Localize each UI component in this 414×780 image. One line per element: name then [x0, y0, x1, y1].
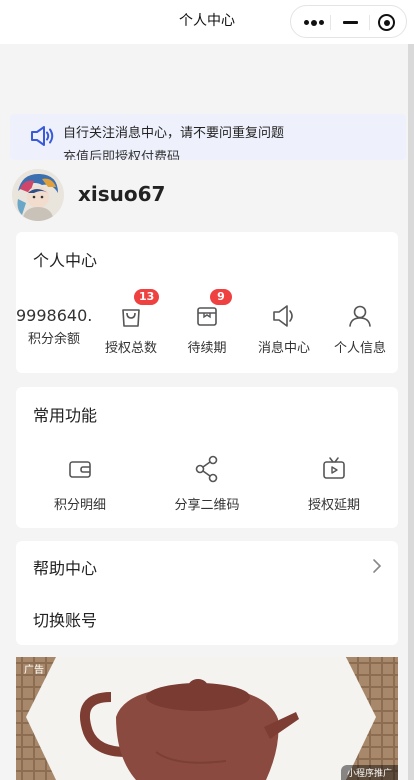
notice-text-next: 充值后即授权付费码 [63, 150, 181, 160]
common-functions-card: 常用功能 积分明细 分享二维码 授权延期 [16, 387, 398, 528]
personal-center-card: 个人中心 9998640. 积分余额 13 授权总数 9 待续期 消息中心 个人… [16, 232, 398, 373]
personal-info-label: 个人信息 [333, 341, 386, 356]
tv-icon [319, 454, 349, 484]
help-card: 帮助中心 切换账号 [16, 541, 398, 645]
calendar-icon: 9 [192, 289, 232, 331]
scrollbar[interactable] [408, 44, 414, 780]
pending-renewal-badge: 9 [210, 289, 232, 305]
points-detail-item[interactable]: 积分明细 [44, 454, 116, 513]
mini-program-capsule [290, 5, 407, 38]
switch-account-row[interactable]: 切换账号 [16, 593, 398, 645]
share-qrcode-item[interactable]: 分享二维码 [166, 454, 248, 513]
notice-bar[interactable]: 自行关注消息中心，请不要问重复问题 充值后即授权付费码 [10, 114, 406, 160]
share-qrcode-label: 分享二维码 [174, 498, 240, 513]
nav-bar: 个人中心 [0, 0, 414, 44]
speaker-outline-icon [269, 301, 299, 331]
personal-info-item[interactable]: 个人信息 [328, 301, 392, 356]
personal-center-title: 个人中心 [33, 251, 98, 270]
points-balance-value: 9998640. [16, 306, 93, 325]
points-detail-label: 积分明细 [53, 498, 106, 513]
profile-header: xisuo67 [0, 160, 414, 230]
points-balance-label: 积分余额 [27, 332, 80, 347]
ad-footer: 小程序推广 [340, 765, 398, 780]
bag-icon: 13 [116, 289, 160, 331]
wallet-icon [65, 454, 95, 484]
auth-extend-item[interactable]: 授权延期 [298, 454, 370, 513]
help-center-row[interactable]: 帮助中心 [16, 541, 398, 593]
pending-renewal-item[interactable]: 9 待续期 [178, 289, 236, 356]
common-functions-title: 常用功能 [33, 406, 98, 425]
capsule-divider [330, 15, 331, 30]
close-target-icon[interactable] [378, 14, 395, 31]
auth-total-item[interactable]: 13 授权总数 [100, 289, 162, 356]
auth-total-label: 授权总数 [104, 341, 157, 356]
capsule-divider [369, 15, 370, 30]
minimize-icon[interactable] [343, 21, 358, 24]
more-icon[interactable] [304, 19, 324, 26]
ad-banner[interactable]: 广告 小程序推广 [16, 657, 398, 780]
user-icon [345, 301, 375, 331]
teapot-image [16, 657, 398, 780]
points-balance[interactable]: 9998640. 积分余额 [16, 306, 92, 347]
message-center-label: 消息中心 [257, 341, 310, 356]
speaker-icon [31, 126, 54, 146]
ad-tag: 广告 [24, 665, 44, 676]
message-center-item[interactable]: 消息中心 [252, 301, 316, 356]
help-center-label: 帮助中心 [33, 559, 98, 578]
pending-renewal-label: 待续期 [187, 341, 227, 356]
notice-text: 自行关注消息中心，请不要问重复问题 [63, 126, 285, 141]
switch-account-label: 切换账号 [33, 611, 98, 630]
avatar[interactable] [12, 169, 64, 221]
username: xisuo67 [78, 182, 166, 206]
chevron-right-icon [373, 559, 382, 573]
share-icon [192, 454, 222, 484]
auth-extend-label: 授权延期 [307, 498, 360, 513]
auth-total-badge: 13 [134, 289, 160, 305]
